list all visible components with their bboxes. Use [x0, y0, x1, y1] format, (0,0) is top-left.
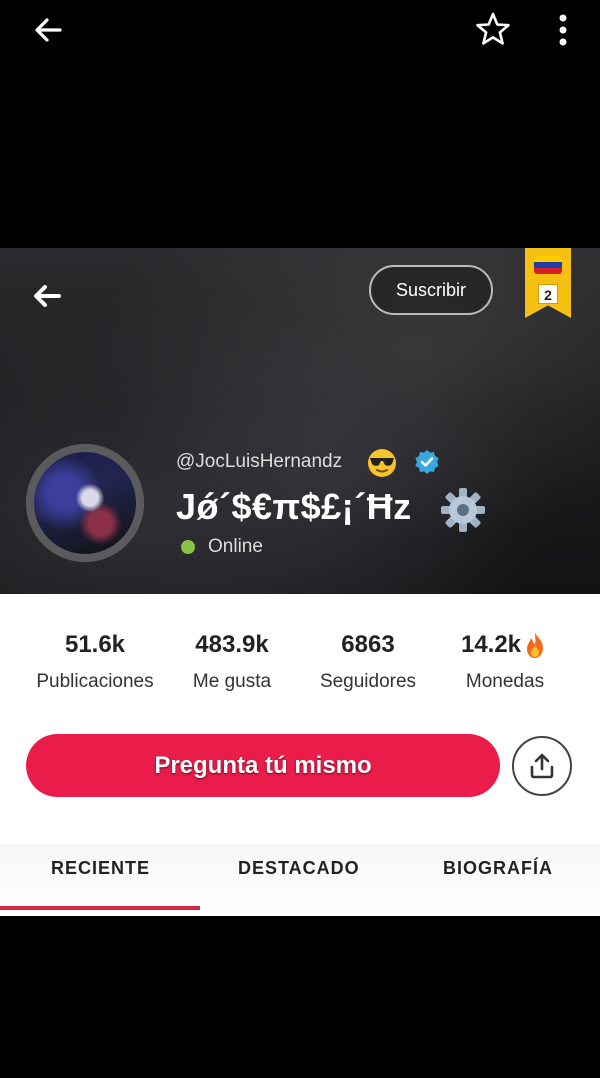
avatar[interactable] [26, 444, 144, 562]
more-vertical-icon[interactable] [548, 10, 578, 50]
stat-value-row: 14.2k [430, 630, 580, 660]
stat-seguidores[interactable]: 6863 Seguidores [293, 630, 443, 693]
display-name: Jǿ´$€π$£¡´Ħz [176, 486, 412, 527]
top-app-bar [0, 0, 600, 60]
venezuela-flag-icon [534, 256, 562, 274]
stat-publicaciones[interactable]: 51.6k Publicaciones [20, 630, 170, 693]
sunglasses-emoji-icon [368, 449, 396, 477]
subscribe-button[interactable]: Suscribir [369, 265, 493, 315]
active-tab-indicator [0, 906, 200, 910]
stat-value: 14.2k [460, 631, 522, 658]
verified-badge-icon [415, 450, 439, 474]
online-status-text: Online [208, 536, 263, 557]
stat-label: Me gusta [192, 671, 272, 692]
profile-header: Suscribir 2 @JocLuisHernandz Jǿ´$€π$£¡´Ħ… [0, 248, 600, 594]
avatar-image [26, 444, 144, 562]
username-handle: @JocLuisHernandz [176, 451, 343, 472]
tab-destacado[interactable]: DESTACADO [238, 858, 360, 879]
stat-value: 51.6k [64, 631, 126, 658]
stat-label: Publicaciones [36, 671, 154, 692]
fire-emoji-icon [527, 632, 544, 658]
stat-value: 483.9k [195, 631, 269, 658]
arrow-left-icon[interactable] [30, 12, 66, 48]
tab-biografia[interactable]: BIOGRAFÍA [443, 858, 553, 879]
stat-value: 6863 [341, 631, 395, 658]
share-button[interactable] [512, 736, 572, 796]
gear-emoji-icon [441, 488, 485, 532]
stat-label: Monedas [465, 671, 545, 692]
star-outline-icon[interactable] [474, 10, 512, 48]
profile-tabs: RECIENTE DESTACADO BIOGRAFÍA [0, 844, 600, 916]
share-upload-icon [530, 753, 554, 779]
stat-me-gusta[interactable]: 483.9k Me gusta [157, 630, 307, 693]
stat-monedas[interactable]: 14.2k Monedas [430, 630, 580, 693]
rank-number: 2 [538, 284, 558, 304]
online-status-dot [181, 540, 195, 554]
arrow-left-icon[interactable] [28, 278, 64, 314]
rank-ribbon-badge[interactable]: 2 [525, 248, 571, 318]
stat-label: Seguidores [319, 671, 417, 692]
profile-body: 51.6k Publicaciones 483.9k Me gusta 6863… [0, 594, 600, 916]
ask-yourself-button[interactable]: Pregunta tú mismo [26, 734, 500, 797]
tab-reciente[interactable]: RECIENTE [51, 858, 150, 879]
